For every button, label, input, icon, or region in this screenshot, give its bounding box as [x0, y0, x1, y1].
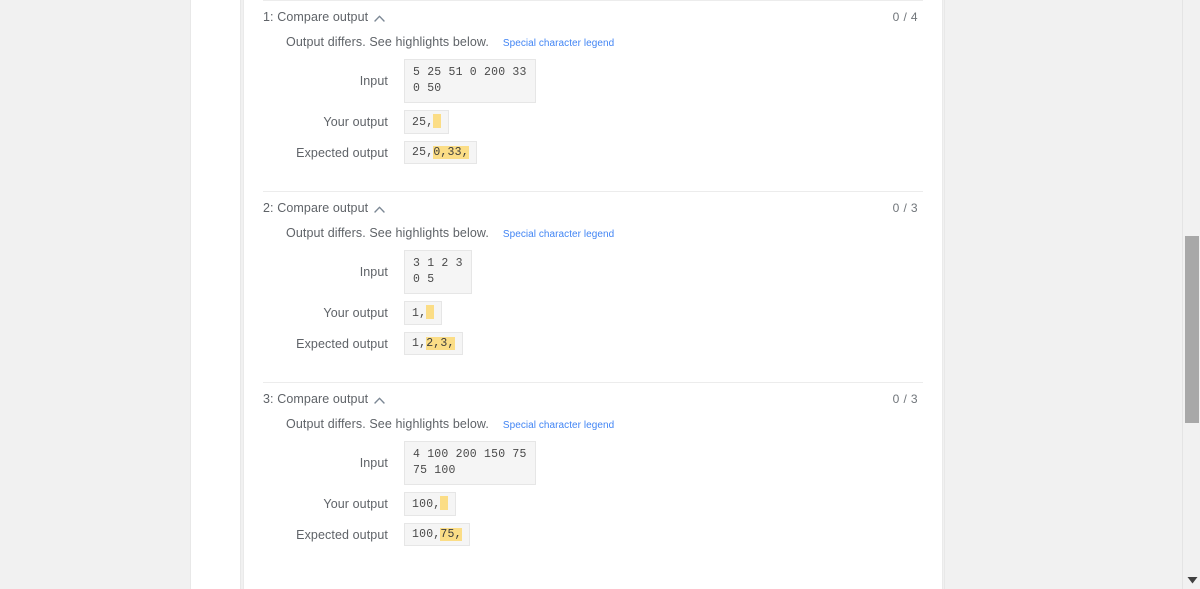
- special-character-legend-link[interactable]: Special character legend: [503, 38, 614, 49]
- test-case-body: Output differs. See highlights below. Spe…: [244, 35, 942, 191]
- your-output-value: 100,: [404, 492, 457, 516]
- expected-output-highlight: 75,: [440, 528, 462, 541]
- input-row: Input 5 25 51 0 200 33 0 50: [263, 59, 918, 103]
- test-case-body: Output differs. See highlights below. Spe…: [244, 226, 942, 382]
- your-output-label: Your output: [323, 306, 388, 320]
- test-case-score: 0 / 3: [892, 392, 918, 406]
- test-results-panel: 1: Compare output 0 / 4 Output differs. Se…: [243, 0, 943, 589]
- status-message: Output differs. See highlights below.: [286, 226, 489, 240]
- input-label: Input: [359, 74, 388, 88]
- test-case-title: 3: Compare output: [263, 392, 369, 406]
- test-case-header[interactable]: 3: Compare output 0 / 3: [244, 383, 942, 415]
- test-case-score: 0 / 3: [892, 201, 918, 215]
- your-output-label: Your output: [323, 115, 388, 129]
- input-value: 4 100 200 150 75 75 100: [404, 441, 536, 485]
- your-output-text: 25,: [412, 116, 434, 129]
- test-case-title: 1: Compare output: [263, 10, 369, 24]
- chevron-up-icon[interactable]: [374, 397, 385, 404]
- input-row: Input 3 1 2 3 0 5: [263, 250, 918, 294]
- test-case-title: 2: Compare output: [263, 201, 369, 215]
- expected-output-text: 100,: [412, 528, 441, 541]
- input-value: 5 25 51 0 200 33 0 50: [404, 59, 536, 103]
- test-case-score: 0 / 4: [892, 10, 918, 24]
- expected-output-text: 1,: [412, 337, 427, 350]
- test-case-header[interactable]: 2: Compare output 0 / 3: [244, 192, 942, 224]
- your-output-text: 1,: [412, 307, 427, 320]
- input-value: 3 1 2 3 0 5: [404, 250, 472, 294]
- test-case-body: Output differs. See highlights below. Spe…: [244, 417, 942, 573]
- newline-highlight-block: [426, 305, 435, 319]
- status-message: Output differs. See highlights below.: [286, 35, 489, 49]
- left-side-strip: [190, 0, 241, 589]
- status-row: Output differs. See highlights below. Spe…: [263, 417, 918, 431]
- page-root: 1: Compare output 0 / 4 Output differs. Se…: [0, 0, 1200, 589]
- scrollbar-thumb[interactable]: [1185, 236, 1199, 423]
- expected-output-row: Expected output 100,75,: [263, 523, 918, 546]
- triangle-down-icon[interactable]: [1183, 571, 1200, 589]
- expected-output-text: 25,: [412, 146, 434, 159]
- your-output-label: Your output: [323, 497, 388, 511]
- input-label: Input: [359, 456, 388, 470]
- chevron-up-icon[interactable]: [374, 206, 385, 213]
- your-output-value: 25,: [404, 110, 450, 134]
- status-message: Output differs. See highlights below.: [286, 417, 489, 431]
- expected-output-value: 25,0,33,: [404, 141, 477, 164]
- right-gutter: [944, 0, 1182, 589]
- test-case-section: 1: Compare output 0 / 4 Output differs. Se…: [244, 0, 942, 191]
- vertical-scrollbar[interactable]: [1182, 0, 1200, 589]
- your-output-text: 100,: [412, 498, 441, 511]
- input-label: Input: [359, 265, 388, 279]
- expected-output-label: Expected output: [296, 145, 388, 160]
- expected-output-row: Expected output 25,0,33,: [263, 141, 918, 164]
- expected-output-label: Expected output: [296, 527, 388, 542]
- test-case-list: 1: Compare output 0 / 4 Output differs. Se…: [244, 0, 942, 573]
- input-row: Input 4 100 200 150 75 75 100: [263, 441, 918, 485]
- expected-output-highlight: 2,3,: [426, 337, 455, 350]
- newline-highlight-block: [433, 114, 442, 128]
- expected-output-value: 100,75,: [404, 523, 470, 546]
- expected-output-highlight: 0,33,: [433, 146, 469, 159]
- special-character-legend-link[interactable]: Special character legend: [503, 229, 614, 240]
- your-output-row: Your output 100,: [263, 492, 918, 516]
- test-case-section: 2: Compare output 0 / 3 Output differs. Se…: [244, 191, 942, 382]
- newline-highlight-block: [440, 496, 449, 510]
- expected-output-value: 1,2,3,: [404, 332, 463, 355]
- status-row: Output differs. See highlights below. Spe…: [263, 226, 918, 240]
- expected-output-row: Expected output 1,2,3,: [263, 332, 918, 355]
- your-output-row: Your output 1,: [263, 301, 918, 325]
- special-character-legend-link[interactable]: Special character legend: [503, 420, 614, 431]
- status-row: Output differs. See highlights below. Spe…: [263, 35, 918, 49]
- your-output-value: 1,: [404, 301, 443, 325]
- your-output-row: Your output 25,: [263, 110, 918, 134]
- left-gutter: [0, 0, 190, 589]
- test-case-section: 3: Compare output 0 / 3 Output differs. Se…: [244, 382, 942, 573]
- test-case-header[interactable]: 1: Compare output 0 / 4: [244, 1, 942, 33]
- expected-output-label: Expected output: [296, 336, 388, 351]
- chevron-up-icon[interactable]: [374, 15, 385, 22]
